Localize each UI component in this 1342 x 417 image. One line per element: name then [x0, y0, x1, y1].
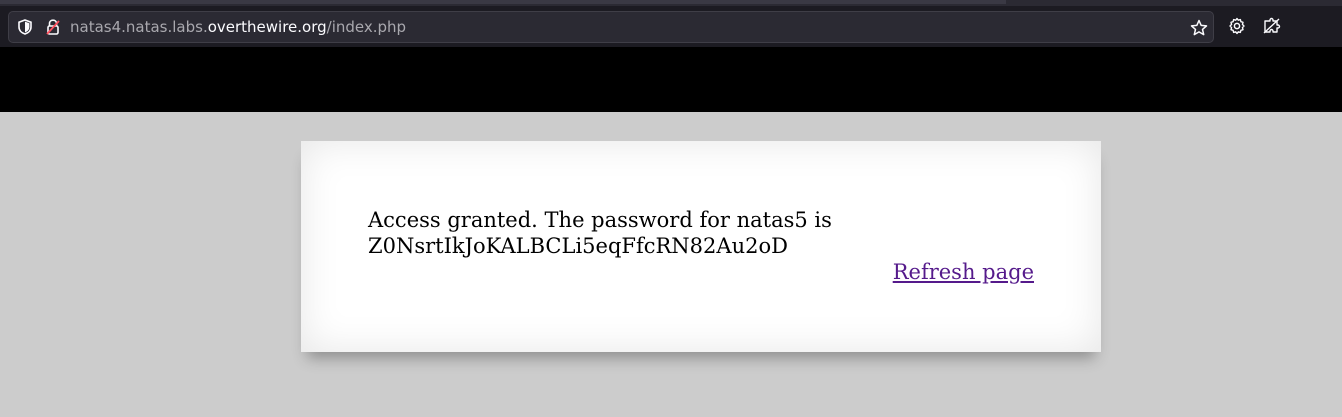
url-prefix: natas4.natas.labs. [70, 18, 208, 36]
browser-toolbar: natas4.natas.labs.overthewire.org/index.… [0, 0, 1342, 47]
shield-icon[interactable] [17, 19, 33, 35]
url-path: /index.php [326, 18, 407, 36]
puzzle-icon[interactable] [1261, 15, 1283, 37]
password-value: Z0NsrtIkJoKALBCLi5eqFfcRN82Au2oD [368, 234, 788, 258]
access-granted-text: Access granted. The password for natas5 … [368, 208, 832, 232]
content-card: Access granted. The password for natas5 … [301, 141, 1101, 352]
address-bar[interactable]: natas4.natas.labs.overthewire.org/index.… [8, 11, 1214, 43]
password-message: Access granted. The password for natas5 … [368, 207, 832, 259]
active-tab-edge [0, 0, 1006, 4]
url-text[interactable]: natas4.natas.labs.overthewire.org/index.… [70, 18, 406, 36]
insecure-lock-icon[interactable] [45, 19, 61, 35]
refresh-page-link[interactable]: Refresh page [893, 259, 1034, 285]
star-icon[interactable] [1189, 18, 1209, 38]
page-header-banner [0, 47, 1342, 112]
url-host: overthewire.org [207, 18, 327, 36]
gear-icon[interactable] [1226, 15, 1248, 37]
